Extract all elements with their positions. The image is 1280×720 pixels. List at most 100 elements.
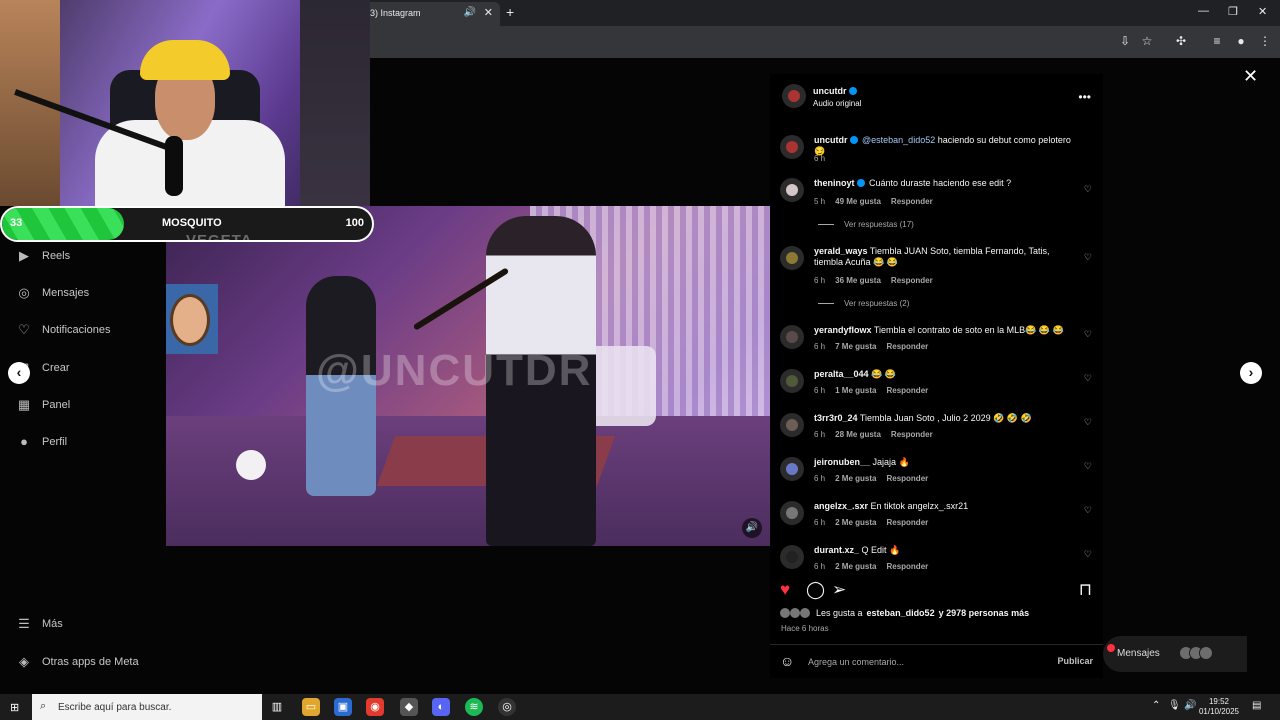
close-icon[interactable]: ✕ xyxy=(484,6,493,19)
reply-button[interactable]: Responder xyxy=(891,430,933,439)
windows-start-icon[interactable]: ⊞ xyxy=(10,701,19,714)
comment-user[interactable]: angelzx_.sxr xyxy=(814,501,868,511)
sidebar-item-mensajes[interactable]: ◎ Mensajes xyxy=(16,283,89,303)
view-replies[interactable]: Ver respuestas (2) xyxy=(818,299,909,308)
comment-user[interactable]: t3rr3r0_24 xyxy=(814,413,858,423)
avatar[interactable] xyxy=(780,545,804,569)
reply-button[interactable]: Responder xyxy=(886,342,928,351)
speaker-icon[interactable]: 🔊 xyxy=(742,518,762,538)
search-input[interactable] xyxy=(58,700,248,714)
comment-likes[interactable]: 49 Me gusta xyxy=(835,197,881,206)
publish-button[interactable]: Publicar xyxy=(1057,656,1093,666)
comment-likes[interactable]: 2 Me gusta xyxy=(835,474,876,483)
comment-likes[interactable]: 1 Me gusta xyxy=(835,386,876,395)
sidebar-item-panel[interactable]: ▦ Panel xyxy=(16,395,70,415)
likes-count[interactable]: y 2978 personas más xyxy=(939,608,1030,618)
comment-user[interactable]: jeironuben__ xyxy=(814,457,870,467)
bookmark-icon[interactable]: ⊓ xyxy=(1079,580,1092,600)
reply-button[interactable]: Responder xyxy=(886,474,928,483)
browser-tab-instagram[interactable]: 3) Instagram 🔊 ✕ xyxy=(358,2,500,26)
speaker-icon[interactable]: 🔊 xyxy=(464,7,476,18)
file-explorer-icon[interactable]: ▭ xyxy=(302,698,320,716)
avatar[interactable] xyxy=(780,246,804,270)
reply-button[interactable]: Responder xyxy=(886,562,928,571)
like-heart-icon[interactable]: ♡ xyxy=(1084,505,1092,516)
reply-button[interactable]: Responder xyxy=(891,197,933,206)
spotify-icon[interactable]: ≋ xyxy=(465,698,483,716)
reply-button[interactable]: Responder xyxy=(891,276,933,285)
previous-post-button[interactable]: ‹ xyxy=(8,362,30,384)
more-options-icon[interactable]: ••• xyxy=(1078,90,1091,104)
avatar[interactable] xyxy=(780,135,804,159)
avatar[interactable] xyxy=(780,325,804,349)
install-app-icon[interactable]: ⇩ xyxy=(1118,34,1132,48)
notifications-icon[interactable]: ▤ xyxy=(1252,700,1261,711)
comment-likes[interactable]: 36 Me gusta xyxy=(835,276,881,285)
emoji-icon[interactable]: ☺ xyxy=(780,653,794,669)
extensions-icon[interactable]: ✣ xyxy=(1174,34,1188,48)
comment-user[interactable]: yerald_ways xyxy=(814,246,868,256)
microphone-icon[interactable]: 🎙 xyxy=(1168,700,1181,711)
comment-user[interactable]: durant.xz_ xyxy=(814,545,859,555)
avatar[interactable] xyxy=(780,178,804,202)
plus-icon[interactable]: + xyxy=(506,4,514,20)
comment-likes[interactable]: 2 Me gusta xyxy=(835,518,876,527)
share-icon[interactable]: ➢ xyxy=(832,580,846,600)
reel-video[interactable]: @UNCUTDR 🔊 xyxy=(166,206,770,546)
avatar[interactable] xyxy=(780,369,804,393)
chrome-icon[interactable]: ◉ xyxy=(366,698,384,716)
like-heart-icon[interactable]: ♡ xyxy=(1084,417,1092,428)
discord-icon[interactable]: ◐ xyxy=(432,698,450,716)
post-author[interactable]: uncutdr xyxy=(813,86,847,96)
taskbar-search[interactable]: ⌕ xyxy=(32,694,262,720)
profile-icon[interactable]: ● xyxy=(1234,34,1248,48)
close-icon[interactable]: ✕ xyxy=(1243,66,1258,87)
caption-mention[interactable]: @esteban_dido52 xyxy=(862,135,935,145)
comment-likes[interactable]: 7 Me gusta xyxy=(835,342,876,351)
task-view-icon[interactable]: ▥ xyxy=(268,698,286,716)
restore-icon[interactable]: ❐ xyxy=(1228,5,1238,18)
reply-button[interactable]: Responder xyxy=(886,518,928,527)
taskbar-clock[interactable]: 19:52 01/10/2025 xyxy=(1196,697,1242,717)
avatar[interactable] xyxy=(780,457,804,481)
messages-button[interactable]: Mensajes xyxy=(1103,636,1247,672)
comment-icon[interactable]: ◯ xyxy=(806,580,825,600)
sidebar-item-perfil[interactable]: ● Perfil xyxy=(16,432,67,452)
audio-label[interactable]: Audio original xyxy=(813,99,861,108)
comment-user[interactable]: peralta__044 xyxy=(814,369,869,379)
store-icon[interactable]: ▣ xyxy=(334,698,352,716)
view-replies[interactable]: Ver respuestas (17) xyxy=(818,220,914,229)
caption-author[interactable]: uncutdr xyxy=(814,135,848,145)
minimize-icon[interactable]: — xyxy=(1198,5,1209,17)
comment-user[interactable]: yerandyflowx xyxy=(814,325,872,335)
tray-chevron-icon[interactable]: ⌃ xyxy=(1152,700,1160,711)
like-heart-icon[interactable]: ♡ xyxy=(1084,373,1092,384)
star-icon[interactable]: ☆ xyxy=(1140,34,1154,48)
comment-likes[interactable]: 2 Me gusta xyxy=(835,562,876,571)
avatar[interactable] xyxy=(780,413,804,437)
media-control-icon[interactable]: ≡ xyxy=(1210,34,1224,48)
like-heart-icon[interactable]: ♡ xyxy=(1084,252,1092,263)
next-post-button[interactable]: › xyxy=(1240,362,1262,384)
comment-likes[interactable]: 28 Me gusta xyxy=(835,430,881,439)
like-heart-icon[interactable]: ♡ xyxy=(1084,184,1092,195)
avatar[interactable] xyxy=(780,501,804,525)
avatar[interactable] xyxy=(782,84,806,108)
like-heart-icon[interactable]: ♡ xyxy=(1084,461,1092,472)
comment-user[interactable]: theninoyt xyxy=(814,178,855,188)
close-window-icon[interactable]: ✕ xyxy=(1258,5,1267,18)
menu-kebab-icon[interactable]: ⋮ xyxy=(1258,34,1272,48)
like-heart-icon[interactable]: ♡ xyxy=(1084,549,1092,560)
liked-heart-icon[interactable]: ♥ xyxy=(780,580,790,600)
like-heart-icon[interactable]: ♡ xyxy=(1084,329,1092,340)
sidebar-item-reels[interactable]: ▶ Reels xyxy=(16,246,70,266)
reply-button[interactable]: Responder xyxy=(886,386,928,395)
sidebar-item-meta-apps[interactable]: ◈ Otras apps de Meta xyxy=(16,652,139,672)
comment-input[interactable] xyxy=(808,654,1028,670)
likes-user[interactable]: esteban_dido52 xyxy=(867,608,935,618)
volume-icon[interactable]: 🔊 xyxy=(1184,700,1196,711)
sidebar-item-mas[interactable]: ☰ Más xyxy=(16,614,63,634)
obs-icon[interactable]: ◎ xyxy=(498,698,516,716)
sidebar-item-notificaciones[interactable]: ♡ Notificaciones xyxy=(16,320,110,340)
app-icon[interactable]: ◆ xyxy=(400,698,418,716)
